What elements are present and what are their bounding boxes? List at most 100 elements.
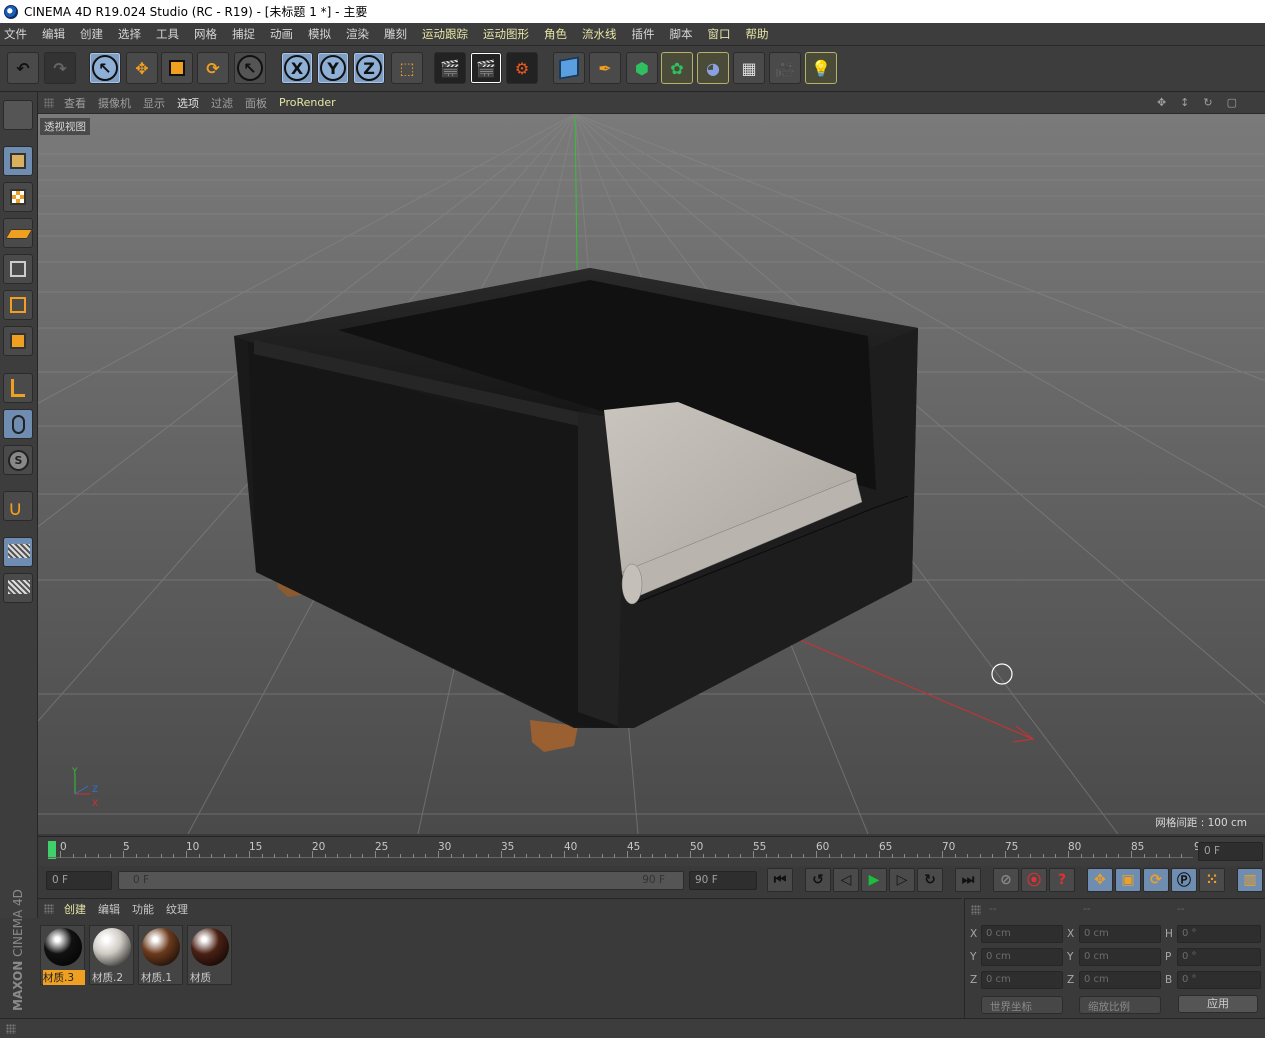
workplane-align-button[interactable] [3, 573, 33, 603]
menu-help[interactable]: 帮助 [746, 26, 769, 42]
menu-pipeline[interactable]: 流水线 [582, 26, 617, 42]
menu-render[interactable]: 渲染 [346, 26, 369, 42]
apply-button[interactable]: 应用 [1178, 995, 1258, 1013]
scale-tool-button[interactable] [161, 52, 193, 84]
size-x-field[interactable]: 0 cm [1079, 925, 1161, 943]
orbit-icon[interactable]: ↻ [1203, 96, 1214, 109]
workplane-mode-button[interactable] [3, 218, 33, 248]
pos-y-field[interactable]: 0 cm [981, 948, 1063, 966]
go-to-start-button[interactable]: ⏮ [767, 868, 793, 892]
make-editable-button[interactable] [3, 100, 33, 130]
axis-mode-button[interactable] [3, 373, 33, 403]
previous-key-button[interactable]: ↺ [805, 868, 831, 892]
menu-create[interactable]: 创建 [80, 26, 103, 42]
material-menu-texture[interactable]: 纹理 [166, 901, 188, 917]
menu-character[interactable]: 角色 [544, 26, 567, 42]
material-swatch[interactable]: 材质.3 [40, 925, 85, 985]
menu-tools[interactable]: 工具 [156, 26, 179, 42]
menu-animate[interactable]: 动画 [270, 26, 293, 42]
timeline-ruler[interactable]: 051015202530354045505560657075808590 0 F [38, 836, 1265, 866]
menu-edit[interactable]: 编辑 [42, 26, 65, 42]
move-tool-button[interactable]: ✥ [126, 52, 158, 84]
record-disabled-button[interactable]: ⊘ [993, 868, 1019, 892]
material-swatch[interactable]: 材质 [187, 925, 232, 985]
key-pla-button[interactable]: ⁙ [1199, 868, 1225, 892]
model-mode-button[interactable] [3, 146, 33, 176]
rot-p-field[interactable]: 0 ° [1177, 948, 1261, 966]
material-swatch[interactable]: 材质.2 [89, 925, 134, 985]
y-axis-button[interactable]: Y [317, 52, 349, 84]
next-key-button[interactable]: ↻ [917, 868, 943, 892]
dolly-icon[interactable]: ↕ [1180, 96, 1191, 109]
render-view-button[interactable]: 🎬 [434, 52, 466, 84]
size-z-field[interactable]: 0 cm [1079, 971, 1161, 989]
live-selection-button[interactable]: ↖ [89, 52, 121, 84]
material-menu-function[interactable]: 功能 [132, 901, 154, 917]
maximize-view-icon[interactable]: ▢ [1227, 96, 1239, 109]
key-position-button[interactable]: ✥ [1087, 868, 1113, 892]
pos-x-field[interactable]: 0 cm [981, 925, 1063, 943]
render-picture-viewer-button[interactable]: 🎬 [470, 52, 502, 84]
points-mode-button[interactable] [3, 254, 33, 284]
go-to-end-button[interactable]: ⏭ [955, 868, 981, 892]
key-rotation-button[interactable]: ⟳ [1143, 868, 1169, 892]
deformer-button[interactable]: ◕ [697, 52, 729, 84]
material-swatch[interactable]: 材质.1 [138, 925, 183, 985]
frame-range-slider[interactable]: 0 F 90 F [118, 871, 684, 890]
coordinate-system-button[interactable]: ⬚ [391, 52, 423, 84]
menu-motion-tracking[interactable]: 运动跟踪 [422, 26, 468, 42]
viewport-menu-filter[interactable]: 过滤 [211, 95, 233, 111]
viewport-menu-display[interactable]: 显示 [143, 95, 165, 111]
coordinate-space-dropdown[interactable]: 世界坐标 [981, 996, 1063, 1014]
timeline-window-button[interactable]: ▥ [1237, 868, 1263, 892]
z-axis-button[interactable]: Z [353, 52, 385, 84]
key-parameter-button[interactable]: Ⓟ [1171, 868, 1197, 892]
record-active-objects-button[interactable]: ⦿ [1021, 868, 1047, 892]
rot-h-field[interactable]: 0 ° [1177, 925, 1261, 943]
render-settings-button[interactable]: ⚙ [506, 52, 538, 84]
subdivision-surface-button[interactable]: ⬢ [626, 52, 658, 84]
current-frame-field[interactable]: 0 F [46, 871, 112, 890]
perspective-viewport[interactable]: Y Z X [38, 114, 1265, 834]
autokey-button[interactable]: ? [1049, 868, 1075, 892]
play-button[interactable]: ▶ [861, 868, 887, 892]
light-button[interactable]: 💡 [805, 52, 837, 84]
pan-icon[interactable]: ✥ [1157, 96, 1168, 109]
tweak-mode-button[interactable] [3, 409, 33, 439]
pos-z-field[interactable]: 0 cm [981, 971, 1063, 989]
menu-window[interactable]: 窗口 [708, 26, 731, 42]
viewport-menu-view[interactable]: 查看 [64, 95, 86, 111]
menu-select[interactable]: 选择 [118, 26, 141, 42]
timeline-end-field[interactable]: 0 F [1198, 842, 1263, 861]
size-y-field[interactable]: 0 cm [1079, 948, 1161, 966]
menu-simulate[interactable]: 模拟 [308, 26, 331, 42]
max-frame-field[interactable]: 90 F [689, 871, 757, 890]
menu-mesh[interactable]: 网格 [194, 26, 217, 42]
menu-plugins[interactable]: 插件 [632, 26, 655, 42]
floor-environment-button[interactable]: ▦ [733, 52, 765, 84]
viewport-menu-options[interactable]: 选项 [177, 95, 199, 111]
scale-mode-dropdown[interactable]: 缩放比例 [1079, 996, 1161, 1014]
menu-file[interactable]: 文件 [4, 26, 27, 42]
rot-b-field[interactable]: 0 ° [1177, 971, 1261, 989]
solo-button[interactable]: S [3, 445, 33, 475]
previous-frame-button[interactable]: ◁ [833, 868, 859, 892]
recent-tool-button[interactable]: ↖ [234, 52, 266, 84]
pen-spline-button[interactable]: ✒ [589, 52, 621, 84]
menu-mograph[interactable]: 运动图形 [483, 26, 529, 42]
viewport-menu-panel[interactable]: 面板 [245, 95, 267, 111]
redo-button[interactable]: ↷ [44, 52, 76, 84]
viewport-menu-cameras[interactable]: 摄像机 [98, 95, 131, 111]
polygons-mode-button[interactable] [3, 326, 33, 356]
viewport-menu-prorender[interactable]: ProRender [279, 96, 336, 109]
undo-button[interactable]: ↶ [7, 52, 39, 84]
key-scale-button[interactable]: ▣ [1115, 868, 1141, 892]
material-menu-edit[interactable]: 编辑 [98, 901, 120, 917]
mograph-cloner-button[interactable]: ✿ [661, 52, 693, 84]
next-frame-button[interactable]: ▷ [889, 868, 915, 892]
rotate-tool-button[interactable]: ⟳ [197, 52, 229, 84]
edges-mode-button[interactable] [3, 290, 33, 320]
menu-sculpt[interactable]: 雕刻 [384, 26, 407, 42]
camera-button[interactable]: 🎥 [769, 52, 801, 84]
menu-script[interactable]: 脚本 [670, 26, 693, 42]
